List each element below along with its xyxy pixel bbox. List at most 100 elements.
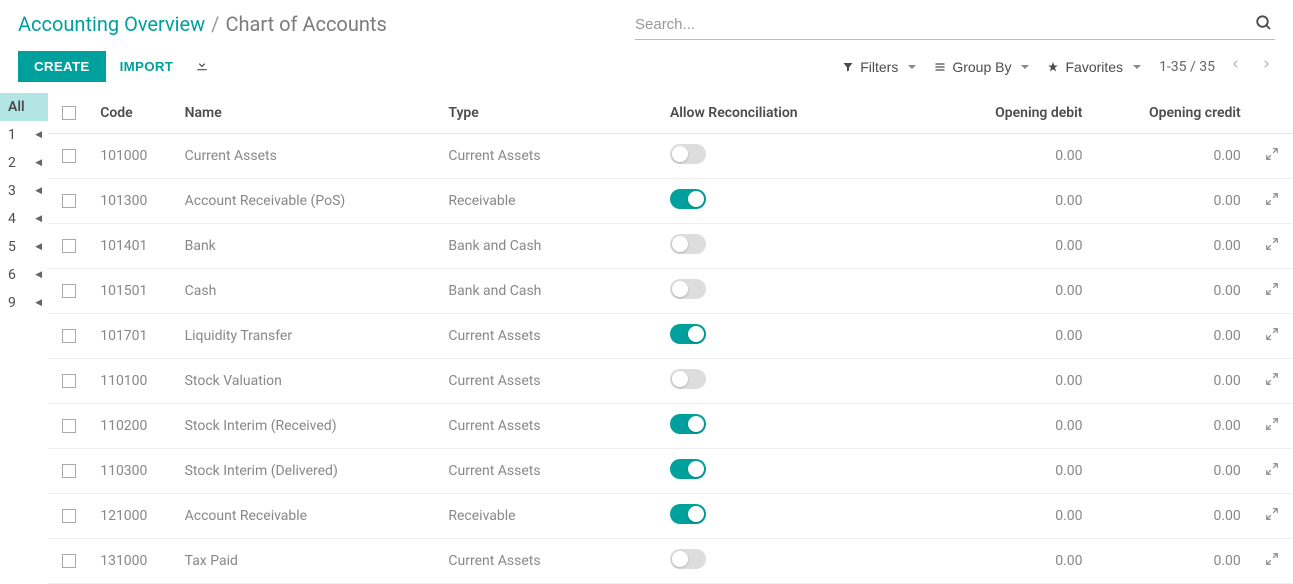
breadcrumb-parent-link[interactable]: Accounting Overview — [18, 12, 205, 36]
row-checkbox[interactable] — [62, 374, 76, 388]
row-checkbox[interactable] — [62, 284, 76, 298]
reconcile-toggle[interactable] — [670, 504, 706, 524]
cell-credit: 0.00 — [1093, 359, 1251, 404]
toggle-knob — [672, 146, 688, 162]
expand-icon — [1265, 552, 1279, 566]
row-checkbox[interactable] — [62, 419, 76, 433]
toggle-knob — [672, 371, 688, 387]
create-button[interactable]: CREATE — [18, 51, 106, 82]
reconcile-toggle[interactable] — [670, 324, 706, 344]
cell-debit: 0.00 — [934, 314, 1092, 359]
cell-type: Receivable — [438, 494, 660, 539]
groupby-button[interactable]: Group By — [934, 59, 1029, 75]
table-row[interactable]: 131000Tax PaidCurrent Assets0.000.00 — [48, 539, 1293, 584]
side-index-item[interactable]: 2◀ — [0, 149, 48, 177]
cell-name: Liquidity Transfer — [175, 314, 439, 359]
cell-type: Current Assets — [438, 449, 660, 494]
table-row[interactable]: 101000Current AssetsCurrent Assets0.000.… — [48, 134, 1293, 179]
cell-code: 131000 — [90, 539, 174, 584]
expand-row-button[interactable] — [1265, 192, 1279, 209]
row-checkbox[interactable] — [62, 554, 76, 568]
cell-code: 121000 — [90, 494, 174, 539]
pager-next-button[interactable] — [1257, 53, 1275, 80]
expand-icon — [1265, 372, 1279, 386]
cell-name: Stock Interim (Delivered) — [175, 449, 439, 494]
breadcrumb-separator: / — [211, 12, 219, 36]
search-icon[interactable] — [1253, 12, 1275, 37]
row-checkbox[interactable] — [62, 194, 76, 208]
reconcile-toggle[interactable] — [670, 459, 706, 479]
expand-row-button[interactable] — [1265, 372, 1279, 389]
table-row[interactable]: 101701Liquidity TransferCurrent Assets0.… — [48, 314, 1293, 359]
table-row[interactable]: 110300Stock Interim (Delivered)Current A… — [48, 449, 1293, 494]
side-index-item[interactable]: 6◀ — [0, 261, 48, 289]
column-header-credit[interactable]: Opening credit — [1093, 93, 1251, 134]
row-checkbox[interactable] — [62, 464, 76, 478]
column-header-reconcile[interactable]: Allow Reconciliation — [660, 93, 934, 134]
side-index-item[interactable]: 9◀ — [0, 289, 48, 317]
table-row[interactable]: 101501CashBank and Cash0.000.00 — [48, 269, 1293, 314]
reconcile-toggle[interactable] — [670, 144, 706, 164]
row-checkbox[interactable] — [62, 239, 76, 253]
expand-row-button[interactable] — [1265, 327, 1279, 344]
caret-down-icon — [1021, 65, 1029, 69]
column-header-name[interactable]: Name — [175, 93, 439, 134]
row-checkbox[interactable] — [62, 149, 76, 163]
search-input[interactable] — [635, 16, 1253, 33]
side-index-item-label: 6 — [8, 267, 16, 283]
funnel-icon — [842, 61, 854, 73]
row-checkbox[interactable] — [62, 329, 76, 343]
reconcile-toggle[interactable] — [670, 549, 706, 569]
reconcile-toggle[interactable] — [670, 189, 706, 209]
side-index-item[interactable]: 5◀ — [0, 233, 48, 261]
table-row[interactable]: 110200Stock Interim (Received)Current As… — [48, 404, 1293, 449]
expand-row-button[interactable] — [1265, 282, 1279, 299]
pager-prev-button[interactable] — [1227, 53, 1245, 80]
cell-debit: 0.00 — [934, 179, 1092, 224]
groupby-label: Group By — [952, 59, 1011, 75]
cell-credit: 0.00 — [1093, 179, 1251, 224]
cell-debit: 0.00 — [934, 269, 1092, 314]
expand-icon — [1265, 192, 1279, 206]
column-header-type[interactable]: Type — [438, 93, 660, 134]
import-button[interactable]: IMPORT — [106, 51, 188, 82]
side-index-item[interactable]: 1◀ — [0, 121, 48, 149]
reconcile-toggle[interactable] — [670, 369, 706, 389]
cell-name: Current Assets — [175, 134, 439, 179]
table-row[interactable]: 121000Account ReceivableReceivable0.000.… — [48, 494, 1293, 539]
chevron-left-icon: ◀ — [35, 130, 42, 140]
expand-row-button[interactable] — [1265, 237, 1279, 254]
cell-reconcile — [660, 449, 934, 494]
cell-reconcile — [660, 224, 934, 269]
side-index-item-label: 4 — [8, 211, 16, 227]
row-checkbox[interactable] — [62, 509, 76, 523]
side-index-item[interactable]: 4◀ — [0, 205, 48, 233]
list-icon — [934, 61, 946, 73]
cell-type: Current Assets — [438, 134, 660, 179]
expand-icon — [1265, 507, 1279, 521]
expand-row-button[interactable] — [1265, 147, 1279, 164]
filters-button[interactable]: Filters — [842, 59, 916, 75]
expand-row-button[interactable] — [1265, 507, 1279, 524]
side-index-all[interactable]: All — [0, 93, 48, 121]
reconcile-toggle[interactable] — [670, 414, 706, 434]
toggle-knob — [688, 506, 704, 522]
table-row[interactable]: 110100Stock ValuationCurrent Assets0.000… — [48, 359, 1293, 404]
favorites-button[interactable]: Favorites — [1047, 59, 1141, 75]
expand-row-button[interactable] — [1265, 552, 1279, 569]
expand-row-button[interactable] — [1265, 417, 1279, 434]
cell-debit: 0.00 — [934, 224, 1092, 269]
cell-name: Tax Paid — [175, 539, 439, 584]
column-header-debit[interactable]: Opening debit — [934, 93, 1092, 134]
table-row[interactable]: 101300Account Receivable (PoS)Receivable… — [48, 179, 1293, 224]
side-index-item[interactable]: 3◀ — [0, 177, 48, 205]
reconcile-toggle[interactable] — [670, 279, 706, 299]
table-row[interactable]: 101401BankBank and Cash0.000.00 — [48, 224, 1293, 269]
select-all-checkbox[interactable] — [62, 106, 76, 120]
cell-code: 101000 — [90, 134, 174, 179]
reconcile-toggle[interactable] — [670, 234, 706, 254]
column-header-code[interactable]: Code — [90, 93, 174, 134]
download-icon[interactable] — [187, 50, 217, 83]
favorites-label: Favorites — [1065, 59, 1123, 75]
expand-row-button[interactable] — [1265, 462, 1279, 479]
